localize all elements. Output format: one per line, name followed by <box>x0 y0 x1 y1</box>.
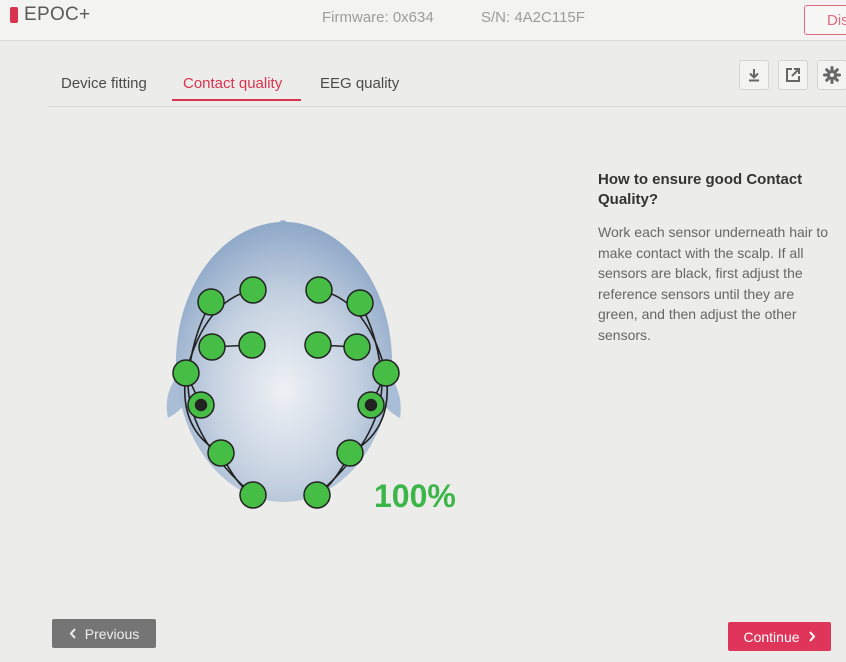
sensor <box>336 439 364 467</box>
reference-sensor-dot <box>194 398 208 412</box>
firmware-version: Firmware: 0x634 <box>322 9 434 26</box>
tab-bar: Device fitting Contact quality EEG quali… <box>48 66 846 107</box>
app-name: EPOC+ <box>24 4 91 25</box>
tab-eeg-quality[interactable]: EEG quality <box>320 75 399 92</box>
help-panel: How to ensure good Contact Quality? Work… <box>598 170 834 345</box>
tab-device-fitting[interactable]: Device fitting <box>61 75 147 92</box>
previous-button[interactable]: Previous <box>52 619 156 648</box>
export-icon <box>786 68 800 82</box>
download-button[interactable] <box>739 60 769 90</box>
continue-button[interactable]: Continue <box>728 622 831 651</box>
sensor <box>197 288 225 316</box>
top-bar: EPOC+ Firmware: 0x634 S/N: 4A2C115F Dis <box>0 0 846 41</box>
export-button[interactable] <box>778 60 808 90</box>
help-body: Work each sensor underneath hair to make… <box>598 224 829 343</box>
sensor <box>346 289 374 317</box>
download-icon <box>749 69 759 82</box>
active-tab-indicator <box>172 99 301 101</box>
sensor <box>198 333 226 361</box>
head-silhouette <box>166 220 401 502</box>
sensor <box>343 333 371 361</box>
gear-icon <box>823 66 841 84</box>
sensor <box>239 276 267 304</box>
chevron-left-icon <box>69 628 76 639</box>
sensor <box>207 439 235 467</box>
sensor <box>304 331 332 359</box>
sensor <box>303 481 331 509</box>
sensor <box>305 276 333 304</box>
sensor <box>239 481 267 509</box>
headset-logo-icon <box>10 7 18 23</box>
tab-contact-quality[interactable]: Contact quality <box>183 75 282 92</box>
reference-sensor-dot <box>364 398 378 412</box>
brand: EPOC+ <box>10 4 90 26</box>
previous-label: Previous <box>84 625 140 642</box>
sensor <box>172 359 200 387</box>
head-sensor-map <box>150 195 410 525</box>
settings-button[interactable] <box>817 60 846 90</box>
serial-number: S/N: 4A2C115F <box>481 9 585 26</box>
help-title: How to ensure good Contact Quality? <box>598 171 803 208</box>
continue-label: Continue <box>743 628 800 645</box>
chevron-right-icon <box>808 631 815 642</box>
sensor <box>372 359 400 387</box>
sensor <box>238 331 266 359</box>
disconnect-button[interactable]: Dis <box>804 5 846 35</box>
contact-quality-percent: 100% <box>374 478 456 514</box>
